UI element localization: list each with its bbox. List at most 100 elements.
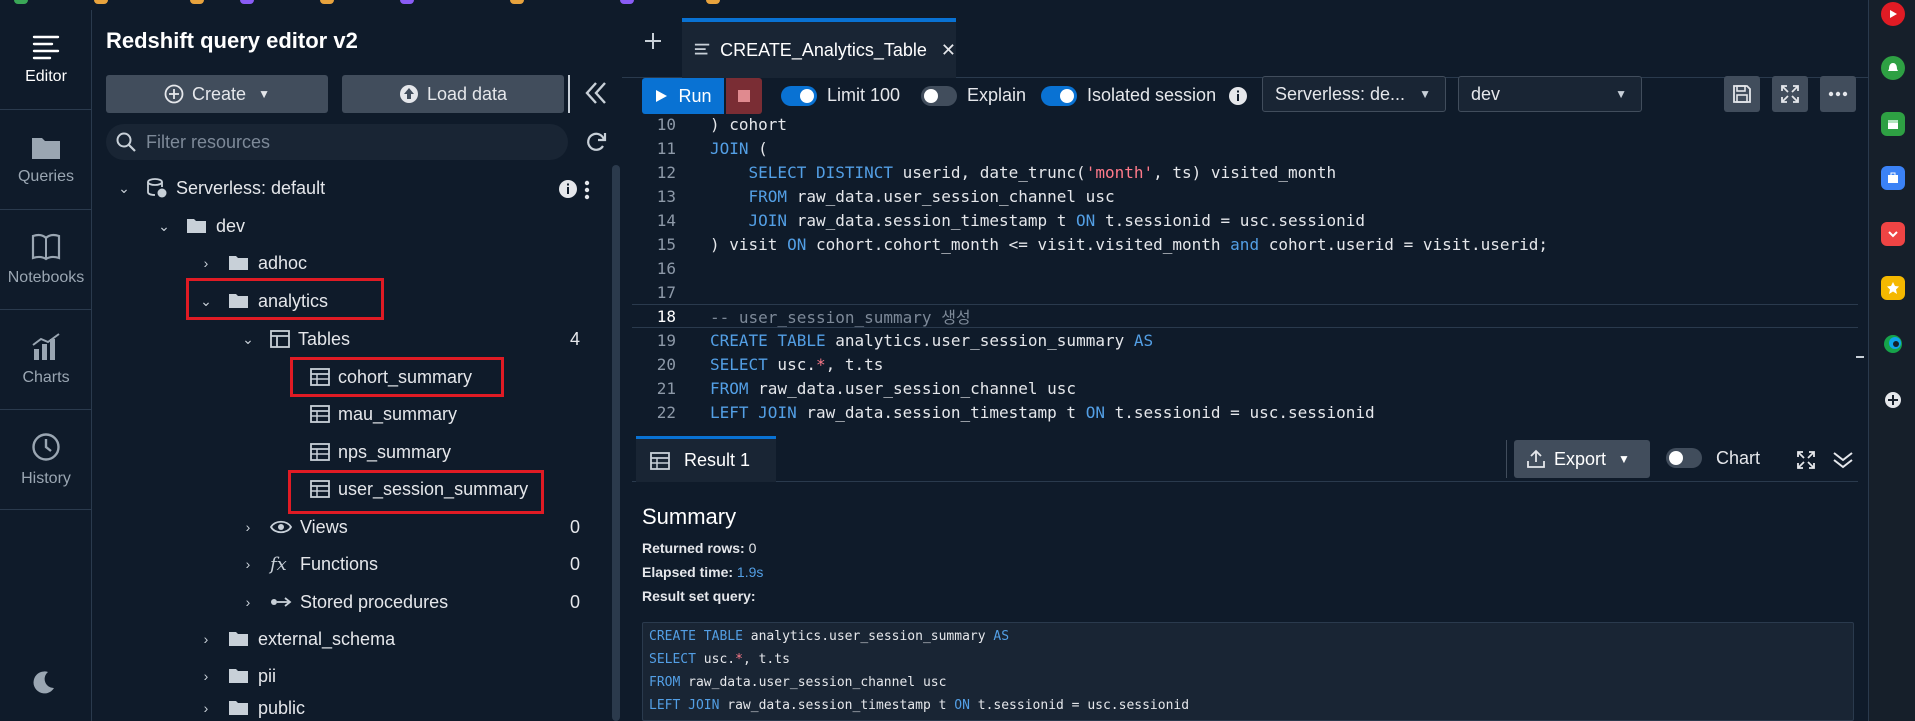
workgroup-select-value: Serverless: de... (1275, 83, 1406, 104)
code-line[interactable]: 13 FROM raw_data.user_session_channel us… (632, 184, 1858, 208)
rail-item-notebooks[interactable]: Notebooks (0, 210, 92, 310)
sql-editor[interactable]: 10) cohort 11 JOIN (12 SELECT DISTINCT use… (632, 115, 1858, 426)
isolated-session-toggle[interactable] (1041, 86, 1077, 106)
chevron-right-icon: › (203, 255, 209, 271)
code-line[interactable]: 18 -- user_session_summary 생성 (632, 304, 1858, 328)
calendar-app-icon[interactable] (1881, 112, 1905, 136)
bookmark-icon[interactable] (240, 0, 254, 4)
limit-toggle[interactable] (781, 86, 817, 106)
tree-node-stored-procedures[interactable]: › Stored procedures (240, 584, 448, 620)
refresh-icon[interactable] (584, 130, 608, 159)
code-line[interactable]: 10) cohort (632, 112, 1858, 136)
tree-node-public[interactable]: › public (198, 695, 305, 721)
more-options-icon[interactable] (584, 180, 590, 205)
chart-toggle[interactable] (1666, 448, 1702, 468)
returned-rows-value: 0 (748, 540, 757, 556)
chart-icon (32, 332, 60, 360)
tree-node-pii[interactable]: › pii (198, 658, 276, 694)
tree-node-serverless[interactable]: ⌄ Serverless: default (116, 170, 325, 206)
caret-down-icon: ▼ (1419, 87, 1431, 101)
editor-icon (32, 35, 60, 59)
tree-node-dev[interactable]: ⌄ dev (156, 208, 245, 244)
info-icon[interactable] (558, 179, 578, 204)
highlight-box-analytics (186, 278, 384, 320)
rail-item-editor[interactable]: Editor (0, 10, 92, 110)
tree-node-label: external_schema (258, 628, 396, 649)
folder-open-icon (228, 630, 250, 648)
upload-icon (399, 85, 418, 103)
bookmark-icon[interactable] (14, 0, 28, 4)
explain-toggle[interactable] (921, 86, 957, 106)
tree-node-label: pii (258, 665, 277, 686)
query-line: LEFT JOIN raw_data.session_timestamp t O… (649, 698, 1190, 713)
code-line[interactable]: 21 FROM raw_data.user_session_channel usc (632, 376, 1858, 400)
rail-item-queries[interactable]: Queries (0, 110, 92, 210)
panel-scrollbar[interactable] (612, 165, 620, 721)
code-line[interactable]: 12 SELECT DISTINCT userid, date_trunc('m… (632, 160, 1858, 184)
query-line: CREATE TABLE analytics.user_session_summ… (649, 629, 1010, 644)
code-line[interactable]: 19 CREATE TABLE analytics.user_session_su… (632, 328, 1858, 352)
bookmark-icon[interactable] (510, 0, 524, 4)
stop-button[interactable] (726, 78, 762, 114)
chevron-down-icon: ⌄ (158, 217, 170, 234)
rail-item-charts[interactable]: Charts (0, 310, 92, 410)
filter-resources-input[interactable]: Filter resources (106, 124, 568, 160)
query-line: SELECT usc.*, t.ts (649, 652, 790, 667)
bookmark-icon[interactable] (620, 0, 634, 4)
chevron-down-icon: ⌄ (242, 330, 254, 347)
briefcase-icon[interactable] (1881, 166, 1905, 190)
fullscreen-button[interactable] (1772, 76, 1808, 112)
code-line[interactable]: 11 JOIN ( (632, 136, 1858, 160)
plus-icon[interactable] (643, 31, 663, 56)
isolated-session-label: Isolated session (1087, 85, 1217, 105)
code-line[interactable]: 15) visit ON cohort.cohort_month <= visi… (632, 232, 1858, 256)
bookmark-icon[interactable] (400, 0, 414, 4)
pocket-icon[interactable] (1881, 222, 1905, 246)
tree-node-views[interactable]: › Views (240, 509, 348, 545)
tab-result-1[interactable]: Result 1 (636, 436, 776, 482)
tree-node-label: Serverless: default (176, 177, 326, 198)
tables-icon (270, 330, 290, 348)
chevron-right-icon: › (203, 700, 209, 716)
chevron-right-icon: › (203, 668, 209, 684)
youtube-icon[interactable] (1881, 2, 1905, 26)
more-actions-button[interactable] (1820, 76, 1856, 112)
moon-icon[interactable] (30, 670, 56, 701)
code-line[interactable]: 14 JOIN raw_data.session_timestamp t ON … (632, 208, 1858, 232)
create-button[interactable]: Create ▼ (106, 75, 328, 113)
save-button[interactable] (1724, 76, 1760, 112)
export-button[interactable]: Export ▼ (1514, 440, 1650, 478)
database-select[interactable]: dev ▼ (1458, 76, 1642, 112)
code-line[interactable]: 20 SELECT usc.*, t.ts (632, 352, 1858, 376)
table-icon (310, 405, 330, 423)
line-number: 16 (656, 258, 676, 278)
add-icon[interactable] (1881, 388, 1905, 412)
ellipsis-icon (1828, 91, 1848, 97)
tree-node-adhoc[interactable]: › adhoc (198, 245, 307, 281)
tree-node-tables[interactable]: ⌄ Tables (240, 321, 350, 357)
expand-icon[interactable] (1796, 450, 1816, 475)
edge-icon[interactable] (1881, 332, 1905, 356)
tree-node-functions[interactable]: › fx Functions (240, 546, 378, 582)
notification-icon[interactable] (1881, 56, 1905, 80)
tree-node-external-schema[interactable]: › external_schema (198, 621, 395, 657)
run-button[interactable]: Run (642, 78, 724, 114)
collapse-results-icon[interactable] (1832, 450, 1854, 475)
star-icon[interactable] (1881, 276, 1905, 300)
info-icon[interactable] (1228, 86, 1248, 111)
code-line[interactable]: 17 (632, 280, 1858, 304)
bookmark-icon[interactable] (94, 0, 108, 4)
code-line[interactable]: 22 LEFT JOIN raw_data.session_timestamp t… (632, 400, 1858, 424)
table-item[interactable]: nps_summary (310, 434, 451, 470)
bookmark-icon[interactable] (706, 0, 720, 4)
table-item[interactable]: mau_summary (310, 396, 457, 432)
bookmark-icon[interactable] (190, 0, 204, 4)
close-icon[interactable]: ✕ (941, 40, 956, 61)
load-data-button[interactable]: Load data (342, 75, 564, 113)
workgroup-select[interactable]: Serverless: de... ▼ (1262, 76, 1446, 112)
rail-item-history[interactable]: History (0, 410, 92, 510)
collapse-panel-icon[interactable] (584, 80, 608, 111)
code-line[interactable]: 16 (632, 256, 1858, 280)
tab-create-analytics-table[interactable]: CREATE_Analytics_Table ✕ (682, 18, 956, 78)
bookmark-icon[interactable] (320, 0, 334, 4)
